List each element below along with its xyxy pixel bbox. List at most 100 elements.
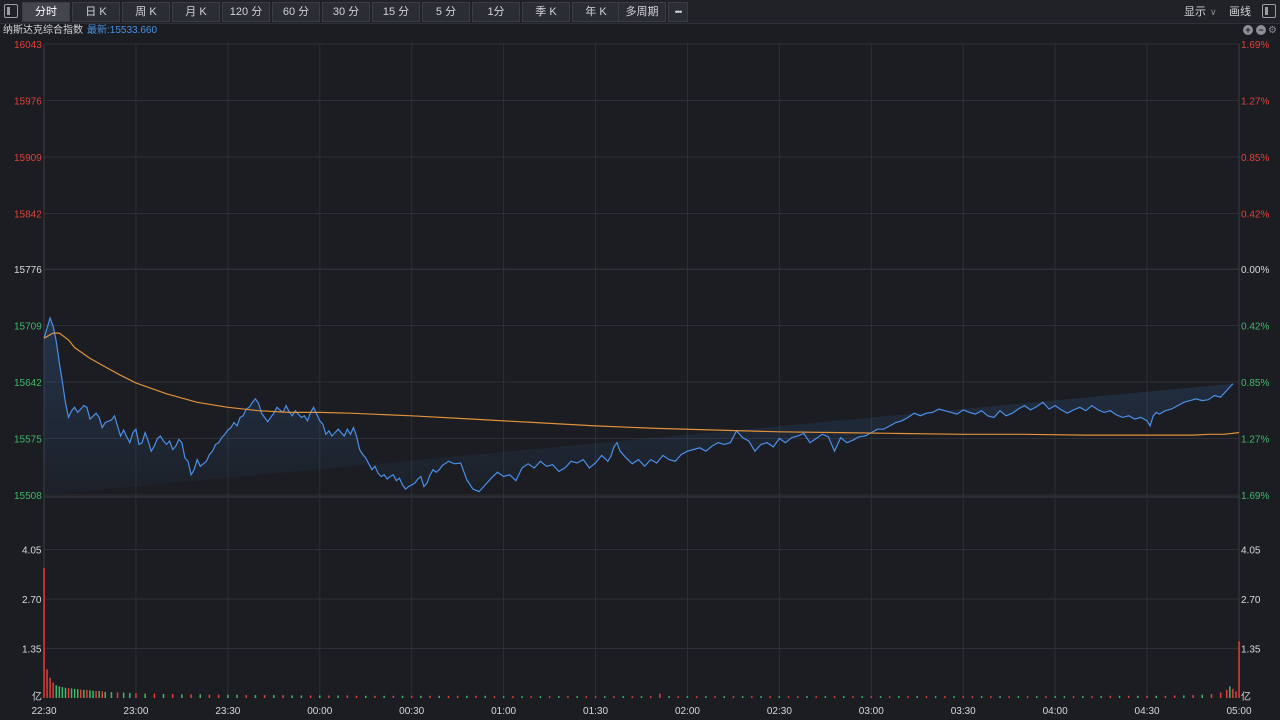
time-tick-label: 04:00 <box>1043 706 1068 717</box>
volume-bar <box>1173 695 1176 698</box>
percent-tick-label: 0.00% <box>1241 265 1269 276</box>
volume-bar <box>1235 691 1237 698</box>
percent-axis-right: 1.69% 1.27% 0.85% 0.42% 0.00% 0.42% 0.85% 1.27%… <box>1241 40 1269 502</box>
price-tick-label: 15508 <box>14 491 42 502</box>
tab-15min[interactable]: 15 分 <box>372 2 420 22</box>
volume-bar <box>530 696 532 698</box>
volume-bar <box>456 695 459 698</box>
volume-bar <box>631 696 634 698</box>
zoom-in-icon[interactable]: + <box>1243 25 1254 35</box>
volume-bar <box>493 696 496 698</box>
volume-bar <box>282 695 284 698</box>
volume-bar <box>686 696 689 698</box>
volume-bar <box>92 690 94 698</box>
volume-bar <box>77 689 79 698</box>
volume-bar <box>723 696 725 698</box>
volume-bar <box>1036 696 1038 698</box>
volume-bar <box>86 689 88 698</box>
volume-bar <box>576 696 578 698</box>
tab-monthly-k[interactable]: 月 K <box>172 2 220 22</box>
volume-bar <box>640 696 643 698</box>
volume-bar <box>73 688 76 698</box>
gear-icon[interactable]: ⚙ <box>1268 25 1277 36</box>
intraday-chart[interactable]: 16043 15976 15909 15842 15776 15709 15642 15575… <box>0 38 1280 720</box>
volume-bar <box>1072 696 1075 698</box>
volume-bar <box>567 696 569 698</box>
volume-bar <box>49 677 51 698</box>
volume-bar <box>925 696 928 698</box>
volume-bar <box>1100 696 1102 698</box>
volume-bar <box>1109 695 1112 698</box>
volume-bar <box>944 696 946 698</box>
zoom-out-icon[interactable]: − <box>1256 25 1267 35</box>
volume-bars <box>43 567 1240 698</box>
tab-weekly-k[interactable]: 周 K <box>122 2 170 22</box>
time-tick-label: 00:30 <box>399 706 424 717</box>
volume-bar <box>245 695 247 698</box>
percent-tick-label: 0.42% <box>1241 322 1269 333</box>
tab-daily-k[interactable]: 日 K <box>72 2 120 22</box>
time-tick-label: 01:30 <box>583 706 608 717</box>
volume-bar <box>171 694 174 698</box>
volume-bar <box>101 691 103 698</box>
volume-bar <box>346 695 349 698</box>
volume-bar <box>962 696 964 698</box>
volume-bar <box>122 692 125 698</box>
tab-5min[interactable]: 5 分 <box>422 2 470 22</box>
volume-bar <box>135 693 137 698</box>
volume-bar <box>181 694 183 698</box>
tab-intraday[interactable]: 分时 <box>22 2 70 22</box>
tab-multi-period[interactable]: 多周期 <box>618 2 666 22</box>
volume-bar <box>309 695 312 698</box>
tab-30min[interactable]: 30 分 <box>322 2 370 22</box>
volume-bar <box>355 695 358 698</box>
volume-bar <box>95 691 97 698</box>
volume-bar <box>199 694 201 698</box>
volume-bar <box>879 696 882 698</box>
volume-tick-label-right: 2.70 <box>1241 595 1261 606</box>
volume-bar <box>300 695 303 698</box>
volume-bar <box>539 696 542 698</box>
percent-tick-label: 0.42% <box>1241 209 1269 220</box>
volume-bar <box>741 696 744 698</box>
panel-toggle-icon[interactable] <box>1262 4 1276 18</box>
volume-bar <box>116 692 119 698</box>
volume-bar <box>659 693 661 698</box>
volume-bar <box>291 695 293 698</box>
volume-bar <box>1229 686 1231 698</box>
volume-bar <box>58 686 61 698</box>
tab-1min[interactable]: 1分 <box>472 2 520 22</box>
volume-bar <box>695 696 698 698</box>
volume-bar <box>1017 696 1020 698</box>
tab-120min[interactable]: 120 分 <box>222 2 270 22</box>
volume-bar <box>227 694 229 698</box>
tab-quarterly-k[interactable]: 季 K <box>522 2 570 22</box>
display-menu[interactable]: 显示 ∨ <box>1184 0 1217 24</box>
volume-bar <box>1226 689 1228 698</box>
volume-bar <box>1026 696 1029 698</box>
more-menu-button[interactable]: ••• <box>668 2 688 22</box>
time-tick-label: 23:30 <box>215 706 240 717</box>
volume-bar <box>217 694 220 698</box>
volume-bar <box>319 695 321 698</box>
volume-bar <box>732 696 735 698</box>
volume-bar <box>83 689 85 698</box>
average-price-line <box>43 332 1240 436</box>
volume-bar <box>89 690 91 698</box>
volume-bar <box>934 696 937 698</box>
sidebar-toggle-icon[interactable] <box>4 4 18 18</box>
volume-bar <box>64 687 67 698</box>
volume-bar <box>254 695 257 698</box>
draw-line-button[interactable]: 画线 <box>1229 0 1251 24</box>
percent-tick-label: 1.69% <box>1241 491 1269 502</box>
tab-60min[interactable]: 60 分 <box>272 2 320 22</box>
volume-bar <box>548 696 551 698</box>
volume-bar <box>61 687 64 698</box>
volume-bar <box>144 693 146 698</box>
volume-bar <box>870 696 873 698</box>
volume-bar <box>622 696 624 698</box>
price-axis-left: 16043 15976 15909 15842 15776 15709 15642 15575… <box>14 40 42 502</box>
volume-bar <box>328 695 330 698</box>
tab-yearly-k[interactable]: 年 K <box>572 2 620 22</box>
volume-bar <box>43 567 45 698</box>
